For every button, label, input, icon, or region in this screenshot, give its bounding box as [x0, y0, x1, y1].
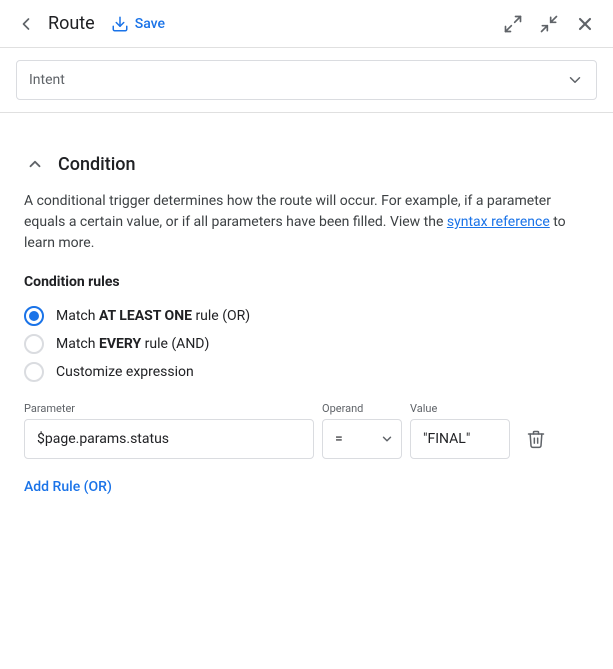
save-button[interactable]: Save — [103, 11, 173, 37]
add-rule-button[interactable]: Add Rule (OR) — [24, 475, 112, 499]
page-title: Route — [48, 13, 95, 34]
spacer — [0, 113, 613, 137]
intent-section: Intent — [0, 48, 613, 113]
save-label: Save — [135, 16, 165, 32]
parameter-label: Parameter — [24, 402, 314, 415]
value-label: Value — [410, 402, 510, 415]
condition-section: Condition A conditional trigger determin… — [0, 137, 613, 515]
compress-icon — [539, 14, 559, 34]
value-field-group: Value — [410, 402, 510, 459]
header: Route Save — [0, 0, 613, 48]
dropdown-arrow-icon — [566, 71, 584, 89]
value-input[interactable] — [410, 419, 510, 459]
operand-select[interactable]: = != < > — [322, 419, 402, 459]
intent-dropdown[interactable]: Intent — [16, 60, 597, 100]
save-icon — [111, 15, 129, 33]
condition-description: A conditional trigger determines how the… — [24, 191, 589, 254]
operand-label: Operand — [322, 402, 402, 415]
rule-row: Parameter Operand = != < > Value — [24, 402, 589, 459]
parameter-field-group: Parameter — [24, 402, 314, 459]
back-button[interactable] — [12, 10, 40, 38]
maximize-button[interactable] — [497, 8, 529, 40]
compress-button[interactable] — [533, 8, 565, 40]
delete-rule-button[interactable] — [518, 419, 554, 459]
operand-field-group: Operand = != < > — [322, 402, 402, 459]
radio-group: Match AT LEAST ONE rule (OR) Match EVERY… — [24, 306, 589, 382]
add-rule-label: Add Rule (OR) — [24, 479, 112, 495]
radio-customize[interactable]: Customize expression — [24, 362, 589, 382]
close-button[interactable] — [569, 8, 601, 40]
header-right — [497, 8, 601, 40]
radio-match-one-input[interactable] — [24, 306, 44, 326]
close-icon — [575, 14, 595, 34]
radio-match-every[interactable]: Match EVERY rule (AND) — [24, 334, 589, 354]
section-header: Condition — [24, 153, 589, 175]
radio-customize-label: Customize expression — [56, 364, 194, 380]
delete-icon — [526, 429, 546, 449]
radio-customize-input[interactable] — [24, 362, 44, 382]
condition-rules-label: Condition rules — [24, 274, 589, 290]
maximize-icon — [503, 14, 523, 34]
radio-match-one[interactable]: Match AT LEAST ONE rule (OR) — [24, 306, 589, 326]
radio-match-every-input[interactable] — [24, 334, 44, 354]
collapse-icon — [26, 155, 44, 173]
radio-match-one-label: Match AT LEAST ONE rule (OR) — [56, 308, 250, 324]
intent-label: Intent — [29, 72, 65, 88]
parameter-input[interactable] — [24, 419, 314, 459]
collapse-button[interactable] — [24, 153, 46, 175]
condition-title: Condition — [58, 154, 136, 175]
syntax-reference-link[interactable]: syntax reference — [447, 214, 550, 230]
radio-match-every-label: Match EVERY rule (AND) — [56, 336, 209, 352]
header-left: Route Save — [12, 10, 497, 38]
